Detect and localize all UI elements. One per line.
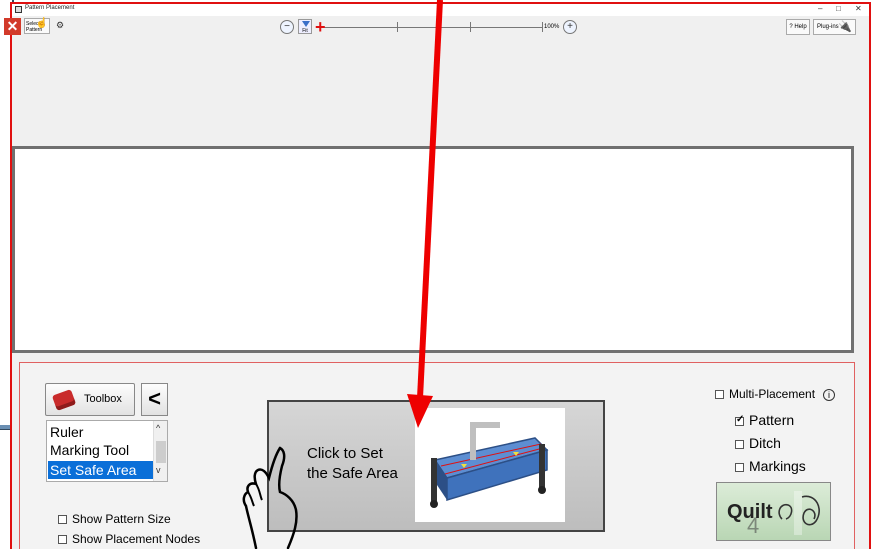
checkbox-icon[interactable]: [58, 515, 67, 524]
tool-list-scrollbar[interactable]: ^ v: [153, 421, 167, 481]
help-button[interactable]: ? Help: [786, 19, 810, 35]
ditch-checkbox[interactable]: Ditch: [735, 435, 781, 451]
markings-checkbox[interactable]: Markings: [735, 458, 806, 474]
show-placement-nodes-label: Show Placement Nodes: [72, 532, 201, 546]
checkbox-icon[interactable]: [715, 390, 724, 399]
zoom-out-icon[interactable]: −: [280, 20, 294, 34]
hand-icon: ☝: [35, 18, 48, 29]
close-icon[interactable]: ✕: [4, 18, 21, 35]
tool-item-marking-tool[interactable]: Marking Tool: [48, 441, 154, 459]
zoom-100-label: 100%: [544, 24, 560, 30]
set-safe-area-button[interactable]: Click to Set the Safe Area: [267, 400, 605, 532]
quilt-label: Quilt: [727, 501, 773, 523]
settings-icon[interactable]: ⚙: [56, 20, 64, 31]
zoom-slider-handle[interactable]: +: [315, 18, 326, 36]
zoom-in-icon[interactable]: +: [563, 20, 577, 34]
checkbox-icon[interactable]: [58, 535, 67, 544]
window-title: Pattern Placement: [25, 5, 75, 11]
pattern-canvas[interactable]: [12, 146, 854, 353]
zoom-fit-button[interactable]: Fit: [298, 19, 312, 34]
title-bar: Pattern Placement – □ ✕: [12, 4, 869, 16]
show-placement-nodes-checkbox[interactable]: Show Placement Nodes: [58, 532, 200, 546]
multi-placement-label: Multi-Placement: [729, 387, 816, 401]
show-pattern-size-checkbox[interactable]: Show Pattern Size: [58, 512, 171, 526]
back-button[interactable]: <: [141, 383, 168, 416]
pointing-hand-icon: [242, 446, 298, 549]
app-icon: [15, 6, 22, 13]
quilting-frame-image: [415, 408, 565, 522]
zoom-slider-track[interactable]: [316, 27, 542, 28]
tool-list[interactable]: Ruler Marking Tool Set Safe Area ^ v: [46, 420, 168, 482]
tool-item-set-safe-area[interactable]: Set Safe Area: [48, 461, 154, 479]
plug-icon: 🔌: [838, 21, 852, 33]
ditch-label: Ditch: [749, 435, 781, 451]
zoom-tick: [470, 22, 471, 32]
plugins-button[interactable]: Plug-ins 🔌: [813, 19, 856, 35]
checkbox-icon[interactable]: [735, 414, 744, 426]
zoom-tick: [542, 22, 543, 32]
close-window-button[interactable]: ✕: [855, 4, 862, 13]
toolbox-button[interactable]: Toolbox: [45, 383, 135, 416]
scroll-down-icon[interactable]: v: [156, 465, 161, 475]
toolbox-icon: [51, 389, 77, 411]
select-pattern-button[interactable]: Select Pattern ☝: [24, 18, 50, 34]
zoom-fit-label: Fit: [302, 28, 308, 34]
quilt-stitch-icon: [778, 491, 820, 535]
toolbox-label: Toolbox: [84, 393, 122, 405]
checkbox-icon[interactable]: [735, 463, 744, 472]
scroll-thumb[interactable]: [156, 441, 166, 463]
quilt-button[interactable]: 4 Quilt: [716, 482, 831, 541]
minimize-button[interactable]: –: [818, 4, 822, 13]
fit-arrow-icon: [302, 21, 310, 27]
set-safe-area-label: Click to Set the Safe Area: [307, 445, 398, 482]
zoom-tick: [397, 22, 398, 32]
plugins-label: Plug-ins: [817, 24, 839, 30]
multi-placement-checkbox[interactable]: Multi-Placement i: [715, 387, 836, 401]
checkbox-icon[interactable]: [735, 440, 744, 449]
scroll-up-icon[interactable]: ^: [156, 423, 160, 433]
pattern-label: Pattern: [749, 412, 795, 428]
markings-label: Markings: [749, 458, 806, 474]
pattern-checkbox[interactable]: Pattern: [735, 412, 794, 428]
info-icon[interactable]: i: [823, 389, 836, 401]
show-pattern-size-label: Show Pattern Size: [72, 512, 171, 526]
maximize-button[interactable]: □: [836, 4, 841, 13]
tool-item-ruler[interactable]: Ruler: [48, 423, 154, 441]
